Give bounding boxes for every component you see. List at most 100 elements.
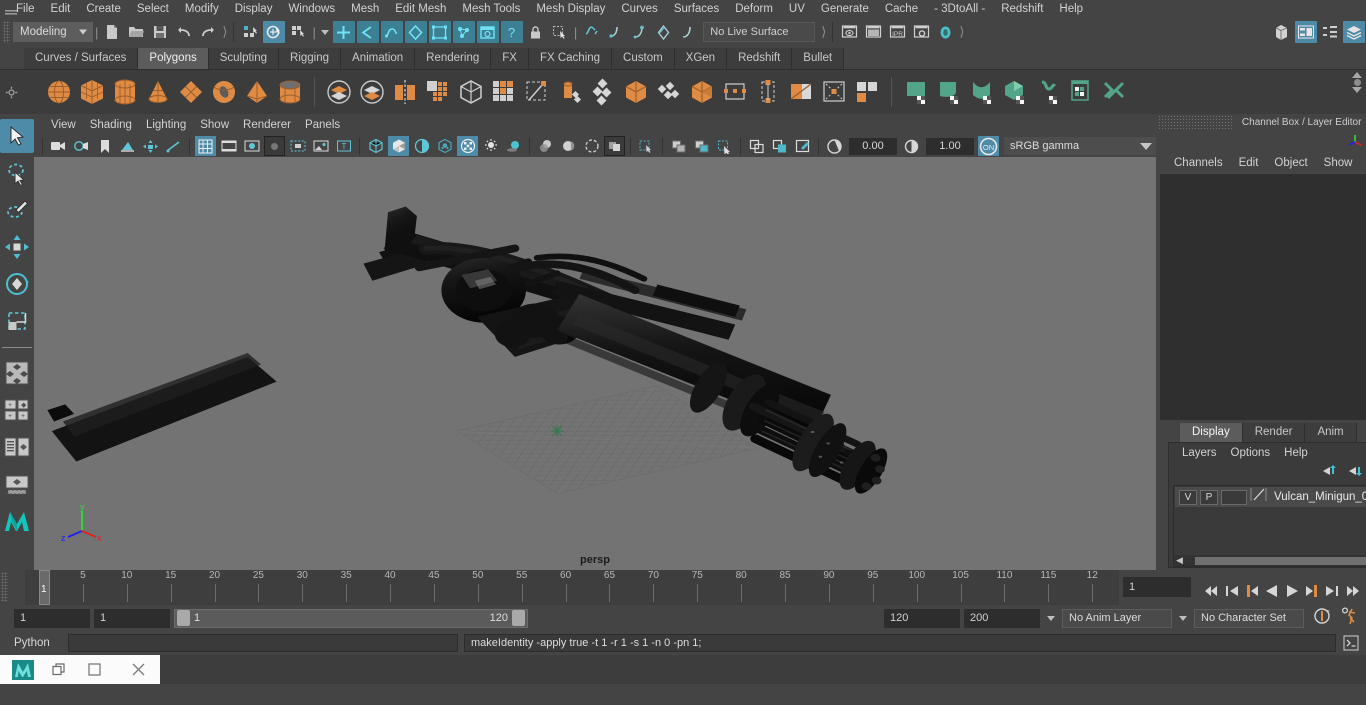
shelf-tab-rigging[interactable]: Rigging <box>279 48 342 69</box>
shelf-tab-xgen[interactable]: XGen <box>674 48 728 69</box>
shaded-wireframe-icon[interactable] <box>411 136 432 156</box>
select-component-icon[interactable] <box>287 21 309 43</box>
poly-booleans-difference-icon[interactable] <box>357 76 387 108</box>
auto-keyframe-icon[interactable] <box>1312 606 1332 631</box>
two-sided-lighting-icon[interactable] <box>71 136 92 156</box>
live-surface-field[interactable]: No Live Surface <box>703 22 816 42</box>
uv-cylindrical-icon[interactable] <box>967 76 997 108</box>
render-icon[interactable] <box>838 21 860 43</box>
menu-select[interactable]: Select <box>129 0 177 18</box>
tab-display[interactable]: Display <box>1180 423 1243 442</box>
scroll-up-icon[interactable] <box>1352 72 1362 78</box>
hypershade-icon[interactable] <box>934 21 956 43</box>
menu-display[interactable]: Display <box>227 0 281 18</box>
render-settings-icon[interactable] <box>910 21 932 43</box>
sidebar-layer-icon[interactable] <box>1343 21 1365 43</box>
channel-box-menu-edit[interactable]: Edit <box>1231 157 1267 169</box>
menu-edit-mesh[interactable]: Edit Mesh <box>387 0 454 18</box>
channel-box-content[interactable] <box>1160 174 1366 420</box>
shelf-tab-redshift[interactable]: Redshift <box>727 48 793 69</box>
film-gate-icon[interactable] <box>163 136 184 156</box>
pick-color-icon[interactable] <box>792 136 813 156</box>
tab-render[interactable]: Render <box>1242 423 1306 442</box>
new-scene-icon[interactable] <box>101 21 123 43</box>
scroll-down-icon[interactable] <box>1352 87 1362 93</box>
poly-bevel-icon[interactable] <box>555 76 585 108</box>
snap-curve2-icon[interactable] <box>604 21 626 43</box>
ipr-render-icon[interactable]: IPR <box>886 21 908 43</box>
step-forward-keyframe-icon[interactable] <box>1323 581 1340 601</box>
field-chart-icon[interactable] <box>287 136 308 156</box>
menu-deform[interactable]: Deform <box>727 0 781 18</box>
play-forwards-icon[interactable] <box>1283 581 1300 601</box>
select-highlight-icon[interactable] <box>714 136 735 156</box>
poly-slide-edge-icon[interactable] <box>819 76 849 108</box>
undo-icon[interactable] <box>173 21 195 43</box>
poly-triangulate-icon[interactable] <box>852 76 882 108</box>
menu-cache[interactable]: Cache <box>877 0 926 18</box>
axis-display-icon[interactable] <box>1347 131 1365 152</box>
viewport-menu-lighting[interactable]: Lighting <box>139 116 193 135</box>
poly-target-weld-icon[interactable] <box>621 76 651 108</box>
safe-title-icon[interactable]: T <box>333 136 354 156</box>
smooth-shade-icon[interactable] <box>388 136 409 156</box>
bookmark-icon[interactable] <box>94 136 115 156</box>
uv-automatic-icon[interactable] <box>1000 76 1030 108</box>
color-space-dropdown[interactable] <box>1136 137 1156 155</box>
poly-multicut-icon[interactable] <box>588 76 618 108</box>
select-by-name-icon[interactable] <box>549 21 571 43</box>
persp-graph-layout-icon[interactable] <box>0 467 34 501</box>
shelf-scroll-controls[interactable] <box>1352 72 1362 93</box>
time-slider[interactable]: 1 5 10 15 20 25 30 35 40 45 50 55 60 65 70 75 80 85 90 95 1… <box>25 570 1119 605</box>
uv-unfold-icon[interactable] <box>1033 76 1063 108</box>
gate-mask-icon[interactable] <box>264 136 285 156</box>
range-start-field[interactable]: 1 <box>94 608 170 628</box>
snap-curve-icon[interactable] <box>356 21 379 43</box>
shelf-tab-animation[interactable]: Animation <box>341 48 416 69</box>
select-hierarchy-icon[interactable] <box>239 21 261 43</box>
shelf-tab-rendering[interactable]: Rendering <box>415 48 492 69</box>
uv-editor-icon[interactable] <box>901 76 931 108</box>
layer-shading-toggle[interactable] <box>1221 489 1247 505</box>
step-back-keyframe-icon[interactable] <box>1223 581 1240 601</box>
outliner-persp-layout-icon[interactable] <box>0 430 34 464</box>
chevron-down-icon[interactable] <box>1047 615 1055 621</box>
playback-range-bar[interactable]: 1 120 <box>174 608 528 628</box>
paint-select-tool[interactable] <box>0 193 34 227</box>
move-layer-up-icon[interactable] <box>1321 464 1338 482</box>
scroll-handle-icon[interactable] <box>1353 79 1361 86</box>
gamma-icon[interactable] <box>901 136 922 156</box>
poly-offset-edgeloop-icon[interactable] <box>786 76 816 108</box>
shelf-tab-curves-surfaces[interactable]: Curves / Surfaces <box>24 48 139 69</box>
command-language-label[interactable]: Python <box>14 637 62 649</box>
move-tool[interactable] <box>0 230 34 264</box>
sidebar-attribute-icon[interactable] <box>1295 21 1317 43</box>
menu-windows[interactable]: Windows <box>280 0 343 18</box>
menu-surfaces[interactable]: Surfaces <box>666 0 727 18</box>
snapshot-view-icon[interactable] <box>769 136 790 156</box>
layer-menu-help[interactable]: Help <box>1277 447 1315 459</box>
snap-plane-icon[interactable] <box>652 21 674 43</box>
menu-create[interactable]: Create <box>78 0 129 18</box>
color-space-field[interactable]: sRGB gamma <box>1004 137 1136 155</box>
shelf-tab-custom[interactable]: Custom <box>612 48 675 69</box>
open-scene-icon[interactable] <box>125 21 147 43</box>
poly-combine-icon[interactable] <box>423 76 453 108</box>
character-set-dropdown[interactable]: No Character Set <box>1194 608 1304 628</box>
go-to-end-icon[interactable] <box>1343 581 1360 601</box>
range-end-field[interactable]: 120 <box>884 608 960 628</box>
chevron-down-icon[interactable] <box>320 29 329 35</box>
menu-mesh[interactable]: Mesh <box>343 0 387 18</box>
anim-end-field[interactable]: 200 <box>964 608 1040 628</box>
poly-sphere-icon[interactable] <box>44 76 74 108</box>
go-to-start-icon[interactable] <box>1203 581 1220 601</box>
snap-view-plane-icon[interactable] <box>428 21 451 43</box>
close-window-icon[interactable] <box>116 655 160 684</box>
layer-list-hscrollbar[interactable]: ◀ ▶ <box>1174 555 1366 566</box>
poly-insert-edgeloop-icon[interactable] <box>753 76 783 108</box>
maya-app-icon[interactable] <box>0 655 46 684</box>
lock-icon[interactable] <box>525 21 547 43</box>
exposure-field[interactable]: 0.00 <box>849 137 897 155</box>
xray-icon[interactable] <box>636 136 657 156</box>
menu-3dtoall[interactable]: - 3DtoAll - <box>926 0 993 18</box>
